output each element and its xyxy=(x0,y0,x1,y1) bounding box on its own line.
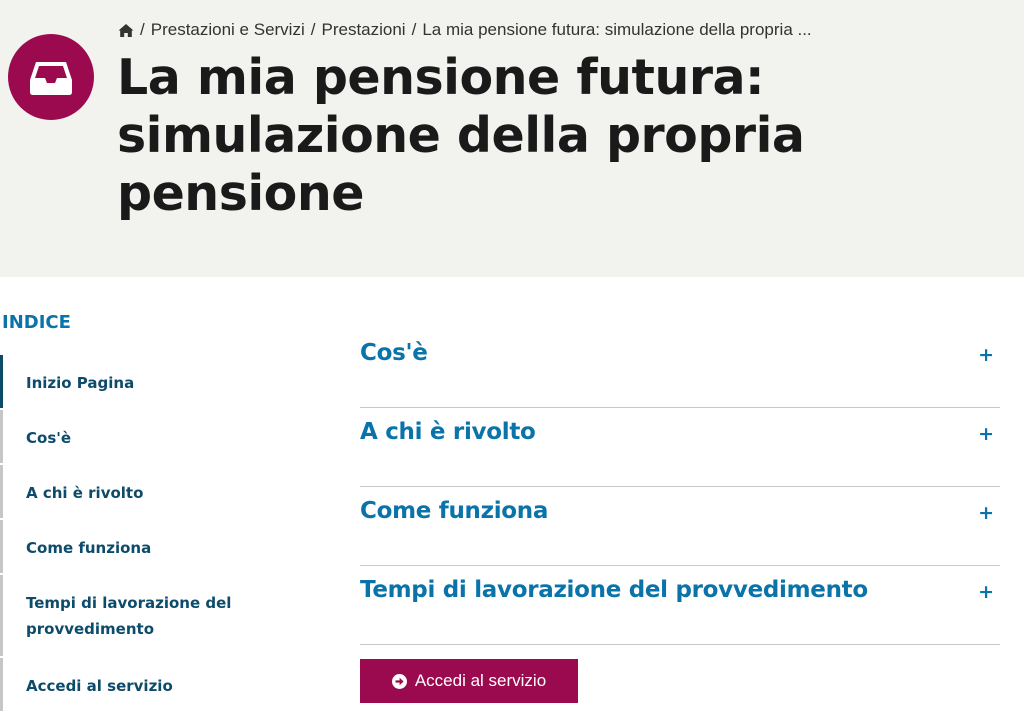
accordion-item-label: Come funziona xyxy=(360,498,549,524)
accordion: Cos'è + A chi è rivolto + Come funziona … xyxy=(360,330,1000,645)
breadcrumb-link-prestazioni[interactable]: Prestazioni xyxy=(321,20,405,40)
toc-title: INDICE xyxy=(2,312,71,333)
breadcrumb: / Prestazioni e Servizi / Prestazioni / … xyxy=(118,20,812,40)
page-header: / Prestazioni e Servizi / Prestazioni / … xyxy=(0,0,1024,277)
plus-icon[interactable]: + xyxy=(978,502,994,524)
accordion-item-label: Tempi di lavorazione del provvedimento xyxy=(360,577,868,603)
page-title: La mia pensione futura: simulazione dell… xyxy=(117,49,805,222)
arrow-circle-right-icon xyxy=(391,673,407,689)
accordion-item-label: Cos'è xyxy=(360,340,428,366)
toc-item-come-funziona[interactable]: Come funziona xyxy=(0,520,300,573)
toc-item-a-chi-e-rivolto[interactable]: A chi è rivolto xyxy=(0,465,300,518)
breadcrumb-separator: / xyxy=(411,20,417,39)
inbox-tray-icon xyxy=(8,34,94,120)
toc-item-inizio-pagina[interactable]: Inizio Pagina xyxy=(0,355,300,408)
plus-icon[interactable]: + xyxy=(978,581,994,603)
home-icon[interactable] xyxy=(118,23,134,38)
breadcrumb-separator: / xyxy=(310,20,316,39)
toc-item-accedi-al-servizio[interactable]: Accedi al servizio xyxy=(0,658,300,711)
toc-item-tempi-di-lavorazione[interactable]: Tempi di lavorazione del provvedimento xyxy=(0,575,300,656)
cta-label: Accedi al servizio xyxy=(414,671,547,690)
plus-icon[interactable]: + xyxy=(978,423,994,445)
accordion-item-label: A chi è rivolto xyxy=(360,419,536,445)
accordion-item-come-funziona[interactable]: Come funziona + xyxy=(360,488,1000,566)
accedi-al-servizio-button[interactable]: Accedi al servizio xyxy=(360,659,578,703)
toc-list: Inizio Pagina Cos'è A chi è rivolto Come… xyxy=(0,355,300,713)
accordion-item-cose[interactable]: Cos'è + xyxy=(360,330,1000,408)
breadcrumb-separator: / xyxy=(140,20,145,39)
accordion-item-tempi-di-lavorazione[interactable]: Tempi di lavorazione del provvedimento + xyxy=(360,567,1000,645)
breadcrumb-link-prestazioni-servizi[interactable]: Prestazioni e Servizi xyxy=(151,20,305,40)
toc-item-cose[interactable]: Cos'è xyxy=(0,410,300,463)
accordion-item-a-chi-e-rivolto[interactable]: A chi è rivolto + xyxy=(360,409,1000,487)
breadcrumb-current: La mia pensione futura: simulazione dell… xyxy=(422,20,812,39)
plus-icon[interactable]: + xyxy=(978,344,994,366)
